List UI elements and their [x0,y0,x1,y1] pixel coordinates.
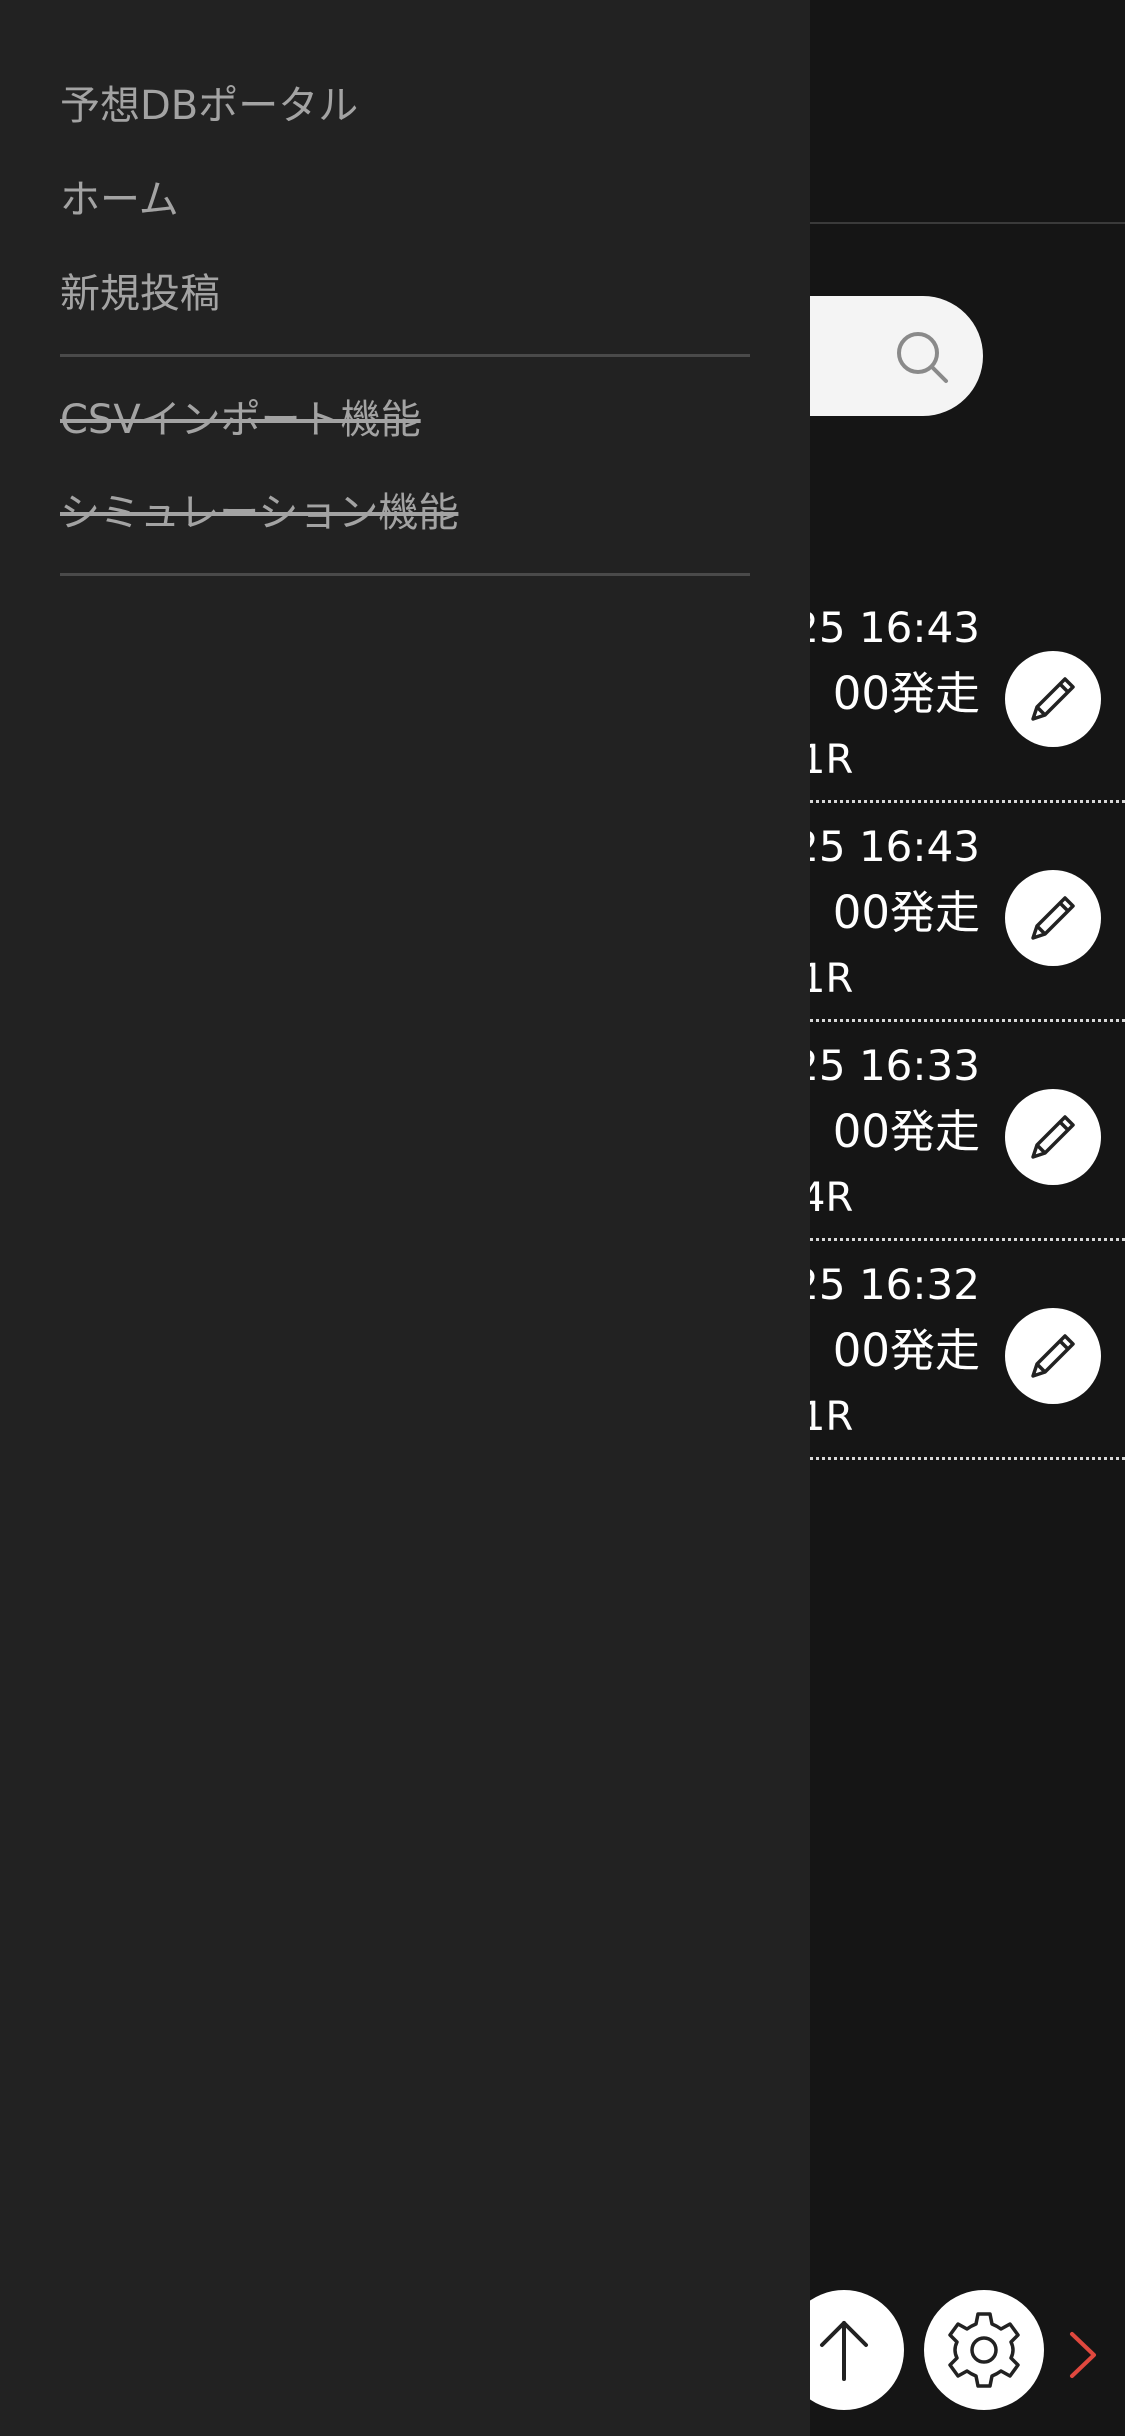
menu-item-new-post[interactable]: 新規投稿 [60,274,220,314]
race-start-time: ：00発走 [787,667,980,720]
chevron-right-icon[interactable] [1066,2330,1100,2380]
menu-divider [60,573,750,576]
menu-item-simulation: シミュレーション機能 [60,490,459,536]
race-start-time: ：00発走 [787,886,980,939]
menu-divider [60,354,750,357]
menu-item-portal[interactable]: 予想DBポータル [60,86,358,126]
pencil-icon [1031,1334,1075,1378]
pencil-icon [1031,1115,1075,1159]
settings-button[interactable] [924,2290,1044,2410]
gear-icon [948,2312,1020,2388]
navigation-drawer: 予想DBポータル ホーム 新規投稿 CSVインポート機能 シミュレーション機能 [0,0,810,2436]
pencil-icon [1031,896,1075,940]
edit-button[interactable] [1005,651,1101,747]
menu-item-csv-import: CSVインポート機能 [60,397,421,443]
post-timestamp: 25 16:43 [792,822,980,871]
search-icon[interactable] [892,327,952,387]
pencil-icon [1031,677,1075,721]
race-start-time: ：00発走 [787,1105,980,1158]
post-timestamp: 25 16:43 [792,603,980,652]
arrow-up-icon [820,2321,868,2381]
edit-button[interactable] [1005,870,1101,966]
race-start-time: ：00発走 [787,1324,980,1377]
post-timestamp: 25 16:32 [792,1260,980,1309]
edit-button[interactable] [1005,1089,1101,1185]
menu-item-home[interactable]: ホーム [60,180,179,220]
edit-button[interactable] [1005,1308,1101,1404]
app-screen: 25 16:43 ：00発走 1R 25 16:43 ：00発走 1R 25 1… [0,0,1125,2436]
post-timestamp: 25 16:33 [792,1041,980,1090]
